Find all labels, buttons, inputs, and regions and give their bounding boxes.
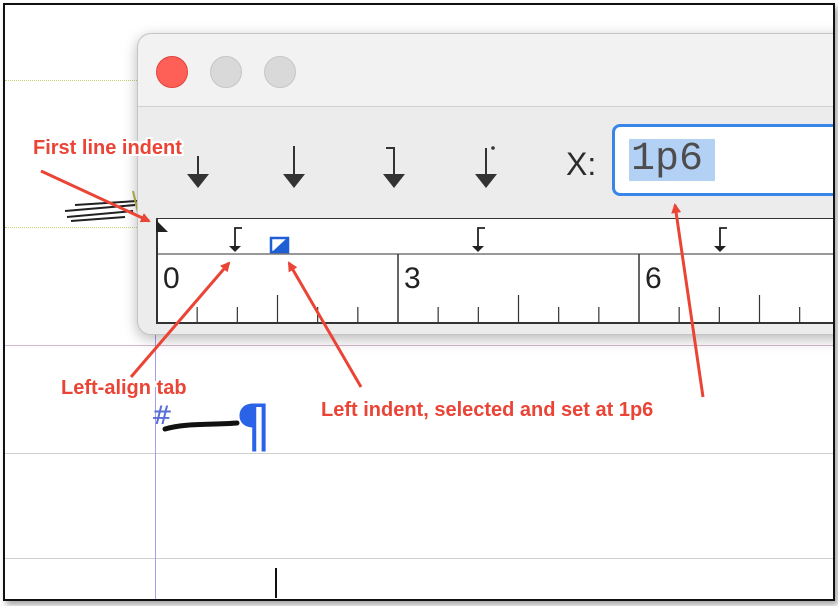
- left-align-tab-arrow: [129, 261, 231, 378]
- x-value-arrow: [671, 203, 705, 398]
- callout-first-line-indent: First line indent: [33, 137, 182, 159]
- screenshot-frame: # ¶ X: 1p6 0 3 6 First line indent Left-…: [3, 3, 835, 601]
- left-indent-arrow: [287, 261, 363, 388]
- callout-left-indent: Left indent, selected and set at 1p6: [321, 399, 654, 421]
- annotation-arrows: [40, 169, 705, 398]
- callout-left-align-tab: Left-align tab: [61, 377, 187, 399]
- first-line-indent-arrow: [40, 169, 151, 223]
